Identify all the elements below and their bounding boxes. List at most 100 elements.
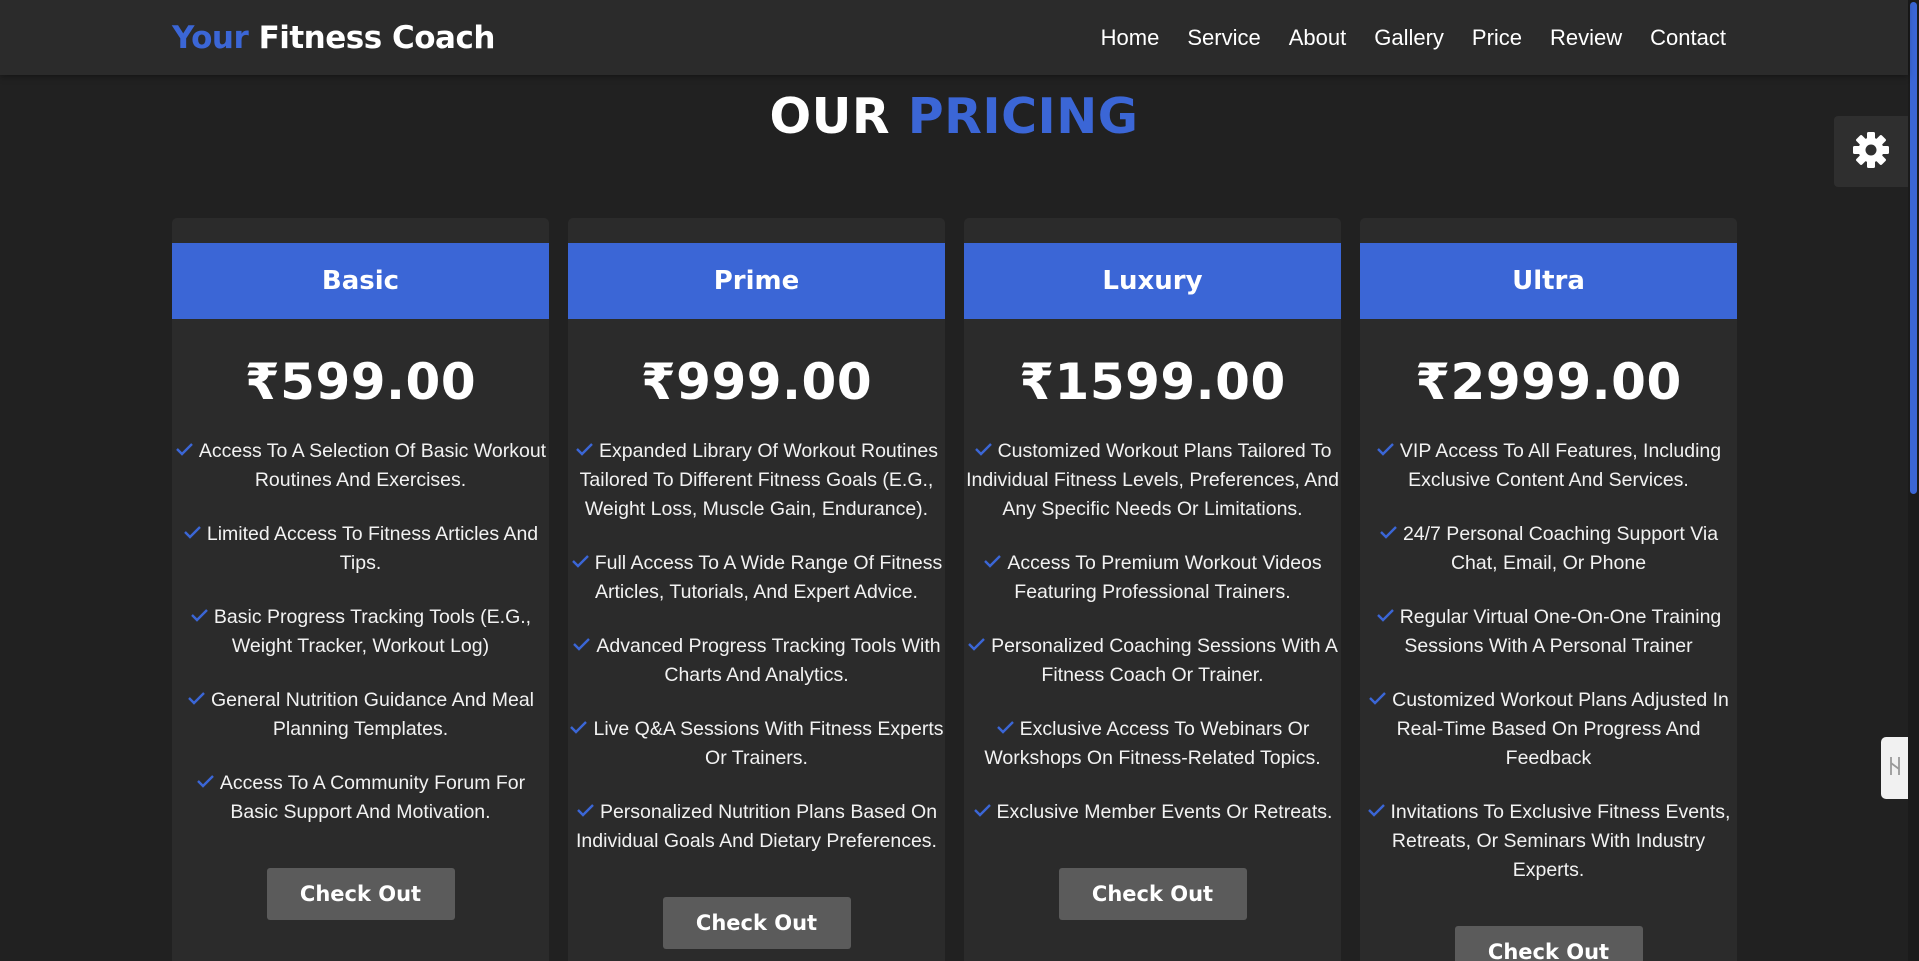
feature-text: Invitations To Exclusive Fitness Events,… — [1390, 801, 1731, 881]
plan-name: Prime — [568, 243, 945, 319]
nav-service[interactable]: Service — [1187, 25, 1260, 51]
check-icon — [973, 803, 992, 817]
pricing-cards: Basic ₹599.00 Access To A Selection Of B… — [172, 218, 1737, 961]
feature-item: Expanded Library Of Workout Routines Tai… — [568, 437, 945, 524]
feature-item: VIP Access To All Features, Including Ex… — [1360, 437, 1737, 495]
nav-contact[interactable]: Contact — [1650, 25, 1726, 51]
feature-item: Exclusive Member Events Or Retreats. — [964, 798, 1341, 827]
feature-item: 24/7 Personal Coaching Support Via Chat,… — [1360, 520, 1737, 578]
feature-item: Limited Access To Fitness Articles And T… — [172, 520, 549, 578]
feature-list: Customized Workout Plans Tailored To Ind… — [964, 437, 1341, 827]
feature-text: Access To A Selection Of Basic Workout R… — [198, 440, 547, 491]
check-icon — [967, 637, 986, 651]
check-icon — [196, 774, 215, 788]
check-icon — [572, 637, 591, 651]
settings-button[interactable] — [1834, 116, 1908, 187]
feature-text: Expanded Library Of Workout Routines Tai… — [579, 440, 938, 520]
check-icon — [1376, 608, 1395, 622]
feature-list: Expanded Library Of Workout Routines Tai… — [568, 437, 945, 856]
checkout-button[interactable]: Check Out — [266, 868, 455, 920]
side-tab[interactable] — [1881, 737, 1908, 799]
nav-about[interactable]: About — [1289, 25, 1347, 51]
plan-name: Luxury — [964, 243, 1341, 319]
feature-text: Customized Workout Plans Tailored To Ind… — [966, 440, 1339, 520]
feature-list: Access To A Selection Of Basic Workout R… — [172, 437, 549, 827]
feature-text: Limited Access To Fitness Articles And T… — [206, 523, 539, 574]
feature-text: General Nutrition Guidance And Meal Plan… — [210, 689, 535, 740]
check-icon — [1367, 803, 1386, 817]
pricing-title-plain: OUR — [769, 88, 891, 145]
feature-text: Personalized Nutrition Plans Based On In… — [576, 801, 938, 852]
feature-text: Exclusive Member Events Or Retreats. — [996, 801, 1333, 823]
feature-text: Personalized Coaching Sessions With A Fi… — [991, 635, 1338, 686]
plan-card-ultra: Ultra ₹2999.00 VIP Access To All Feature… — [1360, 218, 1737, 961]
check-icon — [190, 608, 209, 622]
feature-text: Exclusive Access To Webinars Or Workshop… — [984, 718, 1321, 769]
gear-icon — [1851, 130, 1891, 174]
feature-text: Full Access To A Wide Range Of Fitness A… — [594, 552, 943, 603]
feature-text: Advanced Progress Tracking Tools With Ch… — [596, 635, 941, 686]
feature-item: Access To A Selection Of Basic Workout R… — [172, 437, 549, 495]
nav-home[interactable]: Home — [1101, 25, 1160, 51]
check-icon — [571, 554, 590, 568]
feature-text: Regular Virtual One-On-One Training Sess… — [1399, 606, 1722, 657]
page-scrollbar[interactable] — [1908, 0, 1919, 961]
feature-item: Access To A Community Forum For Basic Su… — [172, 769, 549, 827]
nav-gallery[interactable]: Gallery — [1374, 25, 1444, 51]
feature-item: General Nutrition Guidance And Meal Plan… — [172, 686, 549, 744]
site-header: Your Fitness Coach Home Service About Ga… — [0, 0, 1908, 75]
pricing-title: OUR PRICING — [0, 88, 1908, 145]
feature-item: Full Access To A Wide Range Of Fitness A… — [568, 549, 945, 607]
feature-text: Access To A Community Forum For Basic Su… — [219, 772, 526, 823]
check-icon — [187, 691, 206, 705]
feature-item: Customized Workout Plans Adjusted In Rea… — [1360, 686, 1737, 773]
feature-item: Personalized Nutrition Plans Based On In… — [568, 798, 945, 856]
feature-list: VIP Access To All Features, Including Ex… — [1360, 437, 1737, 885]
feature-item: Customized Workout Plans Tailored To Ind… — [964, 437, 1341, 524]
scrollbar-thumb[interactable] — [1910, 2, 1917, 494]
feature-text: Live Q&A Sessions With Fitness Experts O… — [593, 718, 944, 769]
plan-card-basic: Basic ₹599.00 Access To A Selection Of B… — [172, 218, 549, 961]
pricing-title-accent: PRICING — [907, 88, 1139, 145]
check-icon — [575, 442, 594, 456]
checkout-button[interactable]: Check Out — [1058, 868, 1247, 920]
check-icon — [1376, 442, 1395, 456]
page: Your Fitness Coach Home Service About Ga… — [0, 0, 1919, 961]
feature-text: 24/7 Personal Coaching Support Via Chat,… — [1402, 523, 1719, 574]
nav-review[interactable]: Review — [1550, 25, 1622, 51]
plan-card-luxury: Luxury ₹1599.00 Customized Workout Plans… — [964, 218, 1341, 961]
feature-item: Live Q&A Sessions With Fitness Experts O… — [568, 715, 945, 773]
checkout-button[interactable]: Check Out — [1454, 926, 1643, 961]
checkout-button[interactable]: Check Out — [662, 897, 851, 949]
check-icon — [983, 554, 1002, 568]
feature-item: Personalized Coaching Sessions With A Fi… — [964, 632, 1341, 690]
brand-logo[interactable]: Your Fitness Coach — [172, 20, 495, 56]
plan-price: ₹1599.00 — [1019, 353, 1286, 411]
plan-card-prime: Prime ₹999.00 Expanded Library Of Workou… — [568, 218, 945, 961]
plan-name: Ultra — [1360, 243, 1737, 319]
check-icon — [1368, 691, 1387, 705]
nav-price[interactable]: Price — [1472, 25, 1522, 51]
check-icon — [183, 525, 202, 539]
feature-item: Invitations To Exclusive Fitness Events,… — [1360, 798, 1737, 885]
plan-price: ₹599.00 — [244, 353, 477, 411]
swap-icon — [1888, 755, 1902, 781]
feature-item: Advanced Progress Tracking Tools With Ch… — [568, 632, 945, 690]
check-icon — [175, 442, 194, 456]
brand-name: Fitness Coach — [258, 19, 496, 56]
main-nav: Home Service About Gallery Price Review … — [1101, 25, 1726, 51]
feature-text: Basic Progress Tracking Tools (E.G., Wei… — [213, 606, 532, 657]
feature-text: Customized Workout Plans Adjusted In Rea… — [1392, 689, 1729, 769]
feature-item: Regular Virtual One-On-One Training Sess… — [1360, 603, 1737, 661]
plan-name: Basic — [172, 243, 549, 319]
check-icon — [996, 720, 1015, 734]
check-icon — [569, 720, 588, 734]
brand-accent: Your — [172, 19, 249, 56]
check-icon — [1379, 525, 1398, 539]
feature-item: Basic Progress Tracking Tools (E.G., Wei… — [172, 603, 549, 661]
plan-price: ₹999.00 — [640, 353, 873, 411]
feature-item: Exclusive Access To Webinars Or Workshop… — [964, 715, 1341, 773]
plan-price: ₹2999.00 — [1415, 353, 1682, 411]
check-icon — [974, 442, 993, 456]
feature-text: VIP Access To All Features, Including Ex… — [1399, 440, 1722, 491]
